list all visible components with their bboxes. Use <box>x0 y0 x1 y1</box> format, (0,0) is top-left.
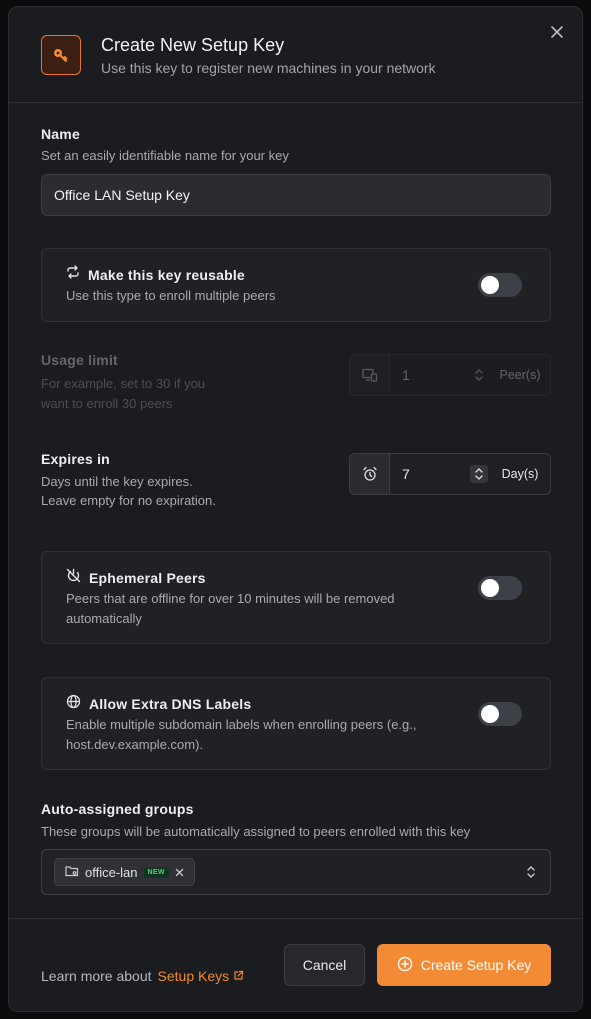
group-chip-label: office-lan <box>85 864 138 880</box>
groups-help: These groups will be automatically assig… <box>41 824 471 839</box>
cancel-button[interactable]: Cancel <box>284 944 365 986</box>
globe-icon <box>66 694 81 714</box>
dialog-header: Create New Setup Key Use this key to reg… <box>9 7 582 103</box>
expires-help-2: Leave empty for no expiration. <box>41 493 216 508</box>
dns-labels-label: Allow Extra DNS Labels <box>89 696 252 712</box>
usage-limit-value[interactable]: 1 <box>390 355 468 395</box>
name-label: Name <box>41 126 80 142</box>
dns-labels-card: Allow Extra DNS Labels Enable multiple s… <box>41 677 551 770</box>
usage-limit-help-2: want to enroll 30 peers <box>41 396 173 411</box>
dns-labels-toggle[interactable] <box>478 702 522 726</box>
usage-limit-help-1: For example, set to 30 if you <box>41 376 206 391</box>
create-setup-key-button[interactable]: Create Setup Key <box>377 944 551 986</box>
ephemeral-toggle[interactable] <box>478 576 522 600</box>
chevrons-updown-icon[interactable] <box>526 864 536 885</box>
folder-icon <box>65 865 79 880</box>
remove-chip-icon[interactable] <box>175 865 184 880</box>
reusable-help: Use this type to enroll multiple peers <box>66 288 276 303</box>
devices-icon <box>350 355 390 395</box>
groups-label: Auto-assigned groups <box>41 801 194 817</box>
dialog-footer: Learn more about Setup Keys Cancel Creat… <box>9 918 582 1011</box>
setup-key-dialog: Create New Setup Key Use this key to reg… <box>8 6 583 1012</box>
plus-circle-icon <box>397 956 413 975</box>
external-link-icon <box>233 968 244 984</box>
setup-keys-link[interactable]: Setup Keys <box>158 968 245 984</box>
usage-limit-label: Usage limit <box>41 352 118 368</box>
expires-value[interactable]: 7 <box>390 454 468 494</box>
reusable-toggle[interactable] <box>478 273 522 297</box>
groups-select[interactable]: office-lan NEW <box>41 849 551 895</box>
dialog-title: Create New Setup Key <box>101 35 285 55</box>
alarm-clock-icon <box>350 454 390 494</box>
stepper-icon[interactable] <box>468 355 490 395</box>
create-setup-key-label: Create Setup Key <box>420 957 532 973</box>
stepper-icon[interactable] <box>468 454 490 494</box>
new-badge: NEW <box>143 866 169 878</box>
ephemeral-card: Ephemeral Peers Peers that are offline f… <box>41 551 551 644</box>
learn-more-text: Learn more about <box>41 968 152 984</box>
name-input[interactable]: Office LAN Setup Key <box>41 174 551 216</box>
dns-labels-help: Enable multiple subdomain labels when en… <box>66 717 417 752</box>
repeat-icon <box>66 265 80 284</box>
name-help: Set an easily identifiable name for your… <box>41 148 289 163</box>
usage-limit-unit: Peer(s) <box>490 355 550 395</box>
learn-more: Learn more about Setup Keys <box>41 968 244 984</box>
setup-keys-link-label[interactable]: Setup Keys <box>158 968 230 984</box>
ephemeral-help: Peers that are offline for over 10 minut… <box>66 591 395 626</box>
expires-label: Expires in <box>41 451 110 467</box>
power-off-icon <box>66 568 81 588</box>
key-icon <box>41 35 81 75</box>
expires-help-1: Days until the key expires. <box>41 474 193 489</box>
dialog-subtitle: Use this key to register new machines in… <box>101 60 436 76</box>
usage-limit-field[interactable]: 1 Peer(s) <box>349 354 551 396</box>
reusable-card: Make this key reusable Use this type to … <box>41 248 551 322</box>
group-chip[interactable]: office-lan NEW <box>54 858 195 886</box>
reusable-label: Make this key reusable <box>88 266 245 283</box>
ephemeral-label: Ephemeral Peers <box>89 570 206 586</box>
expires-field[interactable]: 7 Day(s) <box>349 453 551 495</box>
expires-unit: Day(s) <box>490 454 550 494</box>
